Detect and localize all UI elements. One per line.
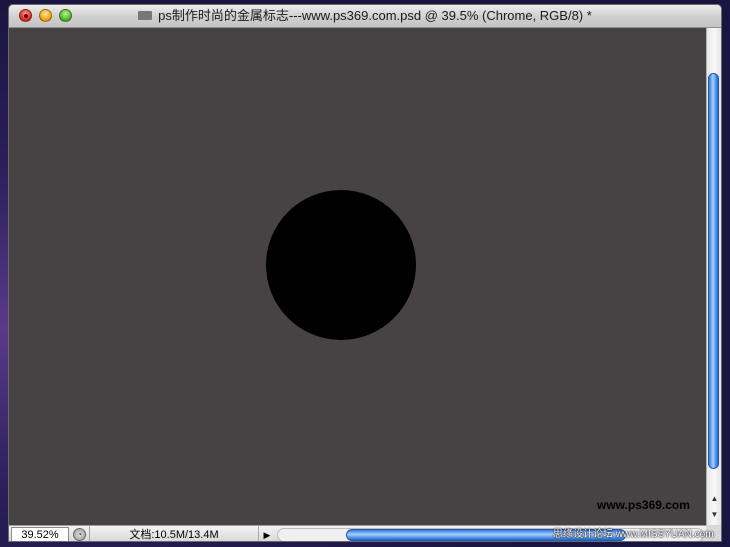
arrow-down-icon[interactable]: ▼ [707,508,721,522]
arrow-up-icon[interactable]: ▲ [707,492,721,506]
document-info: 文档:10.5M/13.4M [89,526,259,541]
window-title: ps制作时尚的金属标志---www.ps369.com.psd @ 39.5% … [158,8,592,23]
site-watermark: 思缘设计论坛 www.MISSYUAN.com [553,529,714,540]
vertical-scroll-thumb[interactable] [708,73,719,469]
title-bar[interactable]: ps制作时尚的金属标志---www.ps369.com.psd @ 39.5% … [9,5,721,28]
arrow-right-icon[interactable]: ▶ [261,528,273,541]
zoom-level-field[interactable]: 39.52% [11,527,69,541]
document-icon [138,11,153,21]
status-menu-icon[interactable]: ◔ [73,528,86,541]
black-circle-shape[interactable] [266,190,416,340]
canvas-watermark: www.ps369.com [597,498,690,512]
document-canvas[interactable]: www.ps369.com [9,28,706,525]
window-title-wrap: ps制作时尚的金属标志---www.ps369.com.psd @ 39.5% … [9,5,721,27]
vertical-scrollbar[interactable]: ▲ ▼ [706,28,721,525]
document-window: ps制作时尚的金属标志---www.ps369.com.psd @ 39.5% … [8,4,722,542]
